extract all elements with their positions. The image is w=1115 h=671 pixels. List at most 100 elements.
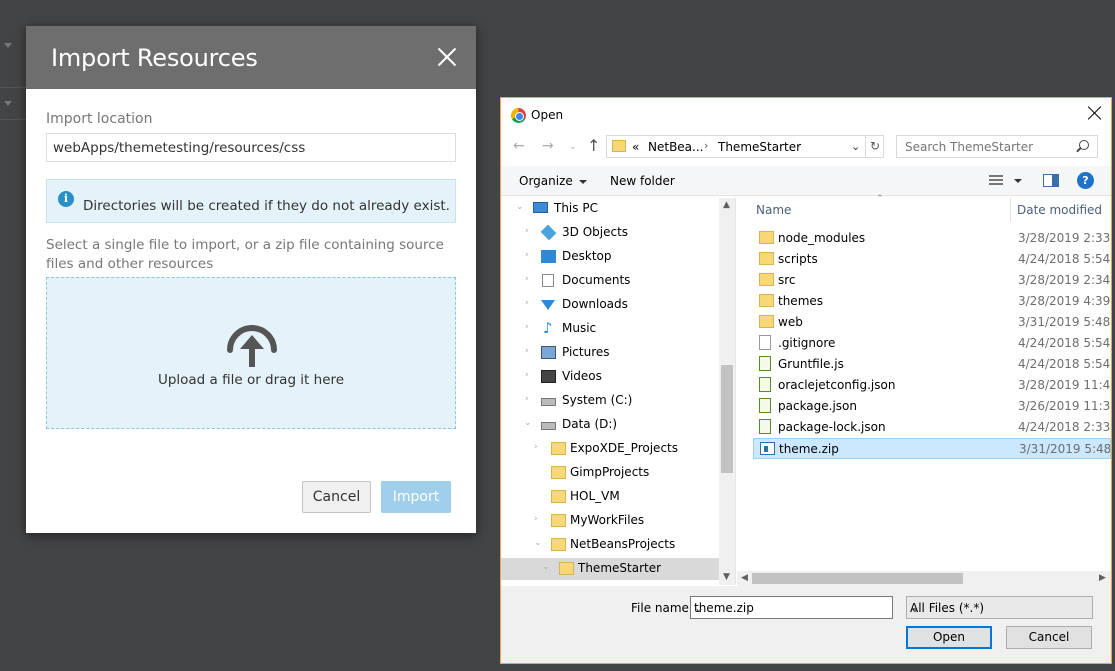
chevron-right-icon[interactable]: › — [704, 139, 708, 152]
tree-item-partial[interactable] — [501, 582, 719, 585]
import-button[interactable]: Import — [381, 481, 451, 513]
tree-scrollbar-thumb[interactable] — [721, 365, 733, 473]
close-icon[interactable] — [436, 46, 458, 68]
scroll-up-icon[interactable]: ▲ — [723, 200, 730, 210]
file-date: 4/24/2018 5:54 AM — [1018, 357, 1111, 371]
folder-icon — [559, 562, 574, 575]
videos-icon — [541, 370, 556, 383]
chevron-down-icon[interactable]: ⌄ — [851, 140, 860, 153]
chevron-right-icon[interactable]: › — [525, 298, 529, 308]
tree-item-3d-objects[interactable]: › 3D Objects — [501, 222, 719, 244]
chevron-down-icon[interactable]: ⌄ — [694, 601, 888, 615]
zip-file-icon — [760, 442, 775, 455]
view-options-icon[interactable] — [989, 175, 1003, 187]
recent-locations-icon[interactable]: ⌄ — [569, 142, 577, 152]
chevron-right-icon[interactable]: › — [534, 514, 538, 524]
hscrollbar-thumb[interactable] — [752, 573, 963, 584]
search-input[interactable] — [897, 136, 1067, 158]
breadcrumb-themestarter[interactable]: ThemeStarter — [718, 140, 801, 154]
chevron-right-icon[interactable]: › — [525, 274, 529, 284]
tree-item-hol-vm[interactable]: HOL_VM — [501, 486, 719, 508]
chevron-right-icon[interactable]: › — [525, 322, 529, 332]
scroll-right-icon[interactable]: ▶ — [1099, 573, 1106, 583]
file-name: src — [778, 273, 796, 287]
dropzone-text: Upload a file or drag it here — [157, 372, 345, 388]
folder-icon — [759, 273, 774, 286]
chevron-down-icon[interactable]: ⌄ — [516, 202, 524, 212]
forward-arrow-icon[interactable]: → — [542, 138, 554, 154]
file-date: 4/24/2018 5:54 AM — [1018, 336, 1111, 350]
tree-item-gimpprojects[interactable]: GimpProjects — [501, 462, 719, 484]
chevron-right-icon[interactable]: › — [525, 250, 529, 260]
tree-item-netbeansprojects[interactable]: ⌄ NetBeansProjects — [501, 534, 719, 556]
chevron-right-icon[interactable]: › — [534, 442, 538, 452]
chevron-down-icon[interactable]: ⌄ — [542, 562, 550, 572]
file-name-input[interactable]: theme.zip ⌄ — [690, 596, 893, 619]
chevron-down-icon[interactable]: ⌄ — [910, 601, 1088, 615]
tree-item-this-pc[interactable]: ⌄ This PC — [501, 198, 719, 220]
cancel-button[interactable]: Cancel — [1006, 626, 1092, 649]
breadcrumb-netbeans[interactable]: NetBea... — [648, 140, 703, 154]
tree-item-myworkfiles[interactable]: › MyWorkFiles — [501, 510, 719, 532]
file-row[interactable]: themes 3/28/2019 4:39 PM — [753, 291, 1111, 312]
chevron-right-icon[interactable]: › — [525, 370, 529, 380]
address-bar[interactable]: « NetBea... › ThemeStarter › ⌄ ↻ — [606, 135, 884, 158]
up-arrow-icon[interactable]: ↑ — [587, 136, 600, 155]
file-row-selected[interactable]: theme.zip 3/31/2019 5:48 PM — [753, 438, 1111, 459]
folder-icon — [759, 294, 774, 307]
column-name[interactable]: Name — [756, 203, 791, 217]
tree-item-data-d[interactable]: ⌄ Data (D:) — [501, 414, 719, 436]
open-button[interactable]: Open — [906, 626, 992, 649]
file-row[interactable]: web 3/31/2019 5:48 PM — [753, 312, 1111, 333]
chevron-right-icon[interactable]: › — [525, 346, 529, 356]
tree-item-label: Videos — [562, 369, 602, 383]
file-row[interactable]: package-lock.json 4/24/2018 2:33 PM — [753, 417, 1111, 438]
drive-icon — [541, 422, 556, 430]
chevron-down-icon[interactable] — [1014, 179, 1022, 183]
navigation-tree: ⌄ This PC › 3D Objects › Desktop › Docum… — [501, 198, 735, 585]
file-type-select[interactable]: All Files (*.*) ⌄ — [906, 596, 1093, 619]
tree-item-expoxde-projects[interactable]: › ExpoXDE_Projects — [501, 438, 719, 460]
organize-menu[interactable]: Organize — [519, 174, 587, 188]
import-location-input[interactable]: webApps/themetesting/resources/css — [46, 133, 456, 162]
tree-item-documents[interactable]: › Documents — [501, 270, 719, 292]
breadcrumb-overflow[interactable]: « — [632, 140, 639, 154]
upload-dropzone[interactable]: Upload a file or drag it here — [46, 277, 456, 429]
js-file-icon — [759, 398, 771, 413]
column-divider[interactable] — [1010, 198, 1011, 222]
help-icon[interactable]: ? — [1077, 172, 1094, 189]
new-folder-button[interactable]: New folder — [610, 174, 675, 188]
chevron-down-icon[interactable]: ⌄ — [534, 538, 542, 548]
file-row[interactable]: oraclejetconfig.json 3/28/2019 11:47 AM — [753, 375, 1111, 396]
file-name: scripts — [778, 252, 818, 266]
chevron-right-icon[interactable]: › — [525, 226, 529, 236]
file-row[interactable]: scripts 4/24/2018 5:54 AM — [753, 249, 1111, 270]
preview-pane-icon[interactable] — [1043, 174, 1059, 187]
scroll-down-icon[interactable]: ▼ — [723, 572, 730, 582]
js-file-icon — [759, 356, 771, 371]
file-row[interactable]: Gruntfile.js 4/24/2018 5:54 AM — [753, 354, 1111, 375]
search-box[interactable] — [896, 135, 1098, 158]
file-row[interactable]: .gitignore 4/24/2018 5:54 AM — [753, 333, 1111, 354]
scroll-left-icon[interactable]: ◀ — [741, 573, 748, 583]
tree-item-label: Desktop — [562, 249, 612, 263]
file-row[interactable]: src 3/28/2019 2:34 PM — [753, 270, 1111, 291]
refresh-icon[interactable]: ↻ — [865, 136, 884, 157]
tree-item-system-c[interactable]: › System (C:) — [501, 390, 719, 412]
file-row[interactable]: node_modules 3/28/2019 2:33 PM — [753, 228, 1111, 249]
file-row[interactable]: package.json 3/26/2019 11:35 AM — [753, 396, 1111, 417]
chevron-right-icon[interactable]: › — [525, 394, 529, 404]
tree-item-music[interactable]: › ♪ Music — [501, 318, 719, 340]
close-icon[interactable] — [1087, 105, 1103, 121]
pane-splitter[interactable] — [735, 198, 736, 585]
chevron-right-icon[interactable]: › — [796, 139, 800, 152]
tree-item-videos[interactable]: › Videos — [501, 366, 719, 388]
tree-item-downloads[interactable]: › Downloads — [501, 294, 719, 316]
chevron-down-icon[interactable]: ⌄ — [524, 418, 532, 428]
tree-item-pictures[interactable]: › Pictures — [501, 342, 719, 364]
back-arrow-icon[interactable]: ← — [513, 138, 525, 154]
tree-item-themestarter[interactable]: ⌄ ThemeStarter — [501, 558, 719, 580]
cancel-button[interactable]: Cancel — [302, 481, 371, 513]
column-date-modified[interactable]: Date modified — [1017, 203, 1102, 217]
tree-item-desktop[interactable]: › Desktop — [501, 246, 719, 268]
